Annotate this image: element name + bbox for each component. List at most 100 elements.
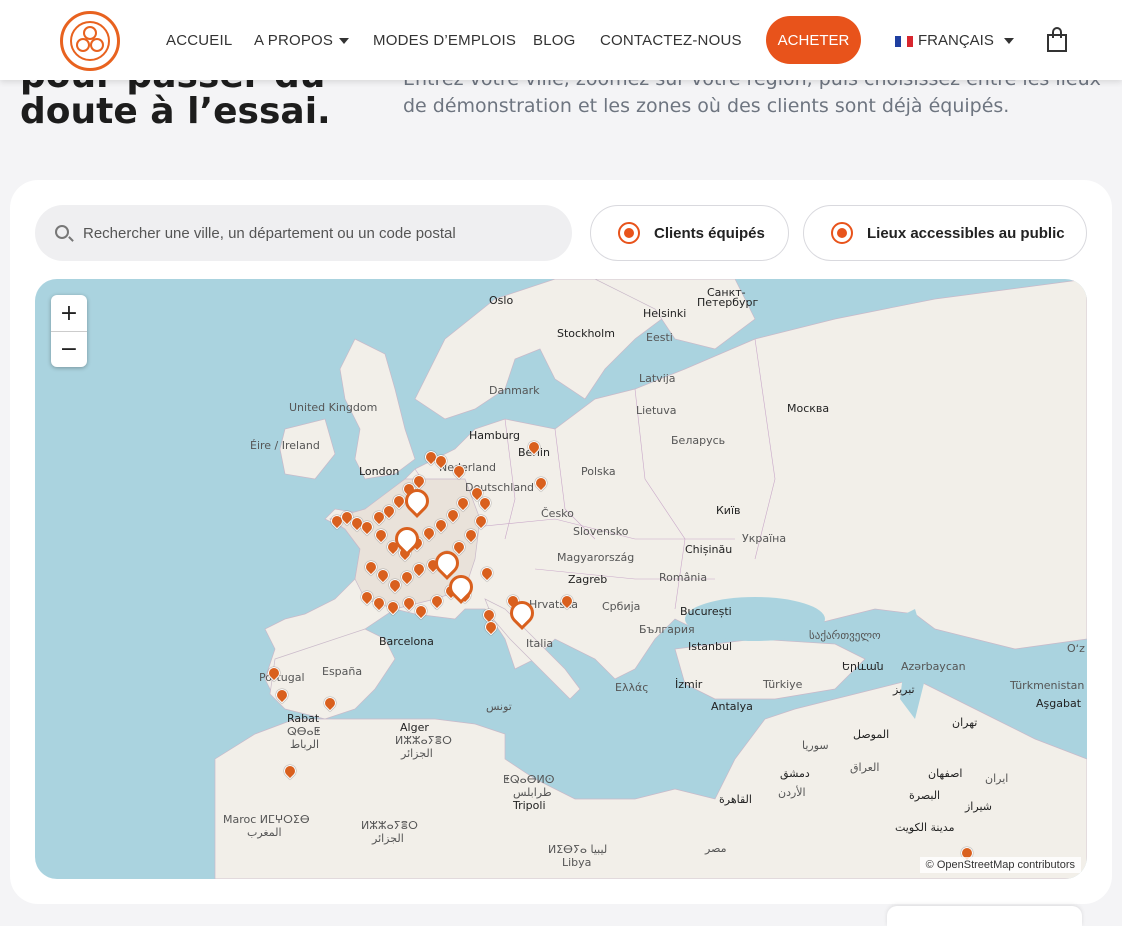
marker-pin[interactable] bbox=[412, 602, 430, 620]
map-label: Danmark bbox=[489, 384, 540, 397]
nav-a-propos[interactable]: A PROPOS bbox=[254, 32, 350, 49]
marker-pin[interactable] bbox=[384, 598, 402, 616]
marker-pin[interactable] bbox=[525, 438, 543, 456]
showroom-marker[interactable] bbox=[444, 570, 478, 604]
map-label: سوريا bbox=[802, 739, 829, 752]
map-label: Helsinki bbox=[643, 307, 687, 320]
map-label: الموصل bbox=[853, 728, 890, 741]
showroom-marker[interactable] bbox=[390, 522, 424, 556]
map-label: تونس bbox=[486, 700, 512, 713]
map-label: الجزائر bbox=[372, 832, 404, 845]
map-label: Петербург bbox=[697, 296, 759, 309]
map-label: Italia bbox=[526, 637, 554, 650]
search-bar[interactable] bbox=[35, 205, 572, 261]
marker-pin[interactable] bbox=[374, 566, 392, 584]
marker-pin[interactable] bbox=[532, 474, 550, 492]
bottom-widget-tab[interactable] bbox=[887, 906, 1082, 926]
nav-contact[interactable]: CONTACTEZ-NOUS bbox=[600, 32, 742, 49]
map-label: Rabat bbox=[287, 712, 320, 725]
filter-clients-equipes[interactable]: Clients équipés bbox=[590, 205, 789, 261]
marker-pin[interactable] bbox=[398, 568, 416, 586]
nav-modes-emplois[interactable]: MODES D’EMPLOIS bbox=[373, 32, 516, 49]
search-input[interactable] bbox=[83, 205, 553, 261]
language-selector[interactable]: FRANÇAIS bbox=[895, 32, 1014, 49]
map-label: Oslo bbox=[489, 294, 514, 307]
map-label: საქართველო bbox=[809, 629, 881, 642]
map-label: Libya bbox=[562, 856, 592, 869]
map-label: Hamburg bbox=[469, 429, 520, 442]
marker-pin[interactable] bbox=[410, 472, 428, 490]
map-label: Chișinău bbox=[685, 543, 733, 556]
buy-button[interactable]: ACHETER bbox=[766, 16, 861, 64]
marker-pin[interactable] bbox=[444, 506, 462, 524]
marker-pin[interactable] bbox=[400, 594, 418, 612]
map-label: Київ bbox=[716, 504, 741, 517]
zoom-control: + − bbox=[51, 295, 87, 367]
logo-petal bbox=[76, 38, 90, 52]
marker-pin[interactable] bbox=[482, 618, 500, 636]
map-label: Slovensko bbox=[573, 525, 629, 538]
filter-lieux-publics[interactable]: Lieux accessibles au public bbox=[803, 205, 1087, 261]
marker-pin[interactable] bbox=[558, 592, 576, 610]
map-label: Barcelona bbox=[379, 635, 434, 648]
map-label: Lietuva bbox=[636, 404, 677, 417]
map-view[interactable]: Oslo Stockholm Helsinki Санкт- Петербург… bbox=[35, 279, 1087, 879]
map-label: Nederland bbox=[439, 461, 497, 474]
map-label: Србија bbox=[602, 600, 641, 613]
map-label: Oʻz bbox=[1067, 642, 1085, 655]
map-attribution[interactable]: © OpenStreetMap contributors bbox=[919, 857, 1081, 873]
filter-public-label: Lieux accessibles au public bbox=[867, 224, 1065, 242]
map-label: الرباط bbox=[290, 738, 320, 751]
marker-pin[interactable] bbox=[372, 526, 390, 544]
map-label: Aşgabat bbox=[1036, 697, 1082, 710]
marker-pin[interactable] bbox=[450, 462, 468, 480]
map-label: Україна bbox=[742, 532, 787, 545]
showroom-marker[interactable] bbox=[505, 596, 539, 630]
marker-pin[interactable] bbox=[462, 526, 480, 544]
map-label: Eesti bbox=[646, 331, 673, 344]
map-label: ⵍⵣⵣⴰⵢⴻⵔ bbox=[395, 734, 452, 747]
marker-pin[interactable] bbox=[362, 558, 380, 576]
map-label: Երևան bbox=[842, 660, 884, 673]
map-label: Česko bbox=[541, 507, 574, 520]
map-label: الأردن bbox=[778, 786, 806, 799]
marker-pin[interactable] bbox=[358, 518, 376, 536]
marker-pin[interactable] bbox=[432, 516, 450, 534]
zoom-out-button[interactable]: − bbox=[51, 331, 87, 367]
zoom-in-button[interactable]: + bbox=[51, 295, 87, 331]
marker-pin[interactable] bbox=[432, 452, 450, 470]
nav-accueil[interactable]: ACCUEIL bbox=[166, 32, 232, 49]
nav-blog[interactable]: BLOG bbox=[533, 32, 575, 49]
marker-pin[interactable] bbox=[472, 512, 490, 530]
map-label: مصر bbox=[705, 842, 727, 855]
map-card: Clients équipés Lieux accessibles au pub… bbox=[10, 180, 1112, 904]
brand-logo[interactable] bbox=[60, 11, 120, 71]
search-icon bbox=[55, 225, 69, 239]
marker-pin[interactable] bbox=[370, 594, 388, 612]
map-label: London bbox=[359, 465, 400, 478]
marker-pin[interactable] bbox=[358, 588, 376, 606]
marker-pin[interactable] bbox=[420, 524, 438, 542]
map-label: Tripoli bbox=[513, 799, 546, 812]
map-label: Istanbul bbox=[688, 640, 733, 653]
marker-pin[interactable] bbox=[390, 492, 408, 510]
site-header: ACCUEIL A PROPOS MODES D’EMPLOIS BLOG CO… bbox=[0, 0, 1122, 80]
marker-pin[interactable] bbox=[273, 686, 291, 704]
marker-pin[interactable] bbox=[321, 694, 339, 712]
showroom-marker[interactable] bbox=[400, 484, 434, 518]
map-label: Ελλάς bbox=[615, 681, 649, 694]
marker-pin[interactable] bbox=[428, 592, 446, 610]
map-label: تبریز bbox=[893, 683, 915, 696]
chevron-down-icon bbox=[339, 38, 350, 45]
marker-pin[interactable] bbox=[410, 560, 428, 578]
marker-pin[interactable] bbox=[476, 494, 494, 512]
marker-pin[interactable] bbox=[386, 576, 404, 594]
radio-selected-icon bbox=[831, 222, 853, 244]
marker-pin[interactable] bbox=[454, 494, 472, 512]
shopping-bag-icon[interactable] bbox=[1045, 27, 1069, 53]
marker-pin[interactable] bbox=[478, 564, 496, 582]
map-label: Maroc ⵍⵎⵖⵔⵉⴱ bbox=[223, 813, 310, 826]
language-label: FRANÇAIS bbox=[918, 32, 994, 49]
marker-pin[interactable] bbox=[265, 664, 283, 682]
marker-pin[interactable] bbox=[281, 762, 299, 780]
